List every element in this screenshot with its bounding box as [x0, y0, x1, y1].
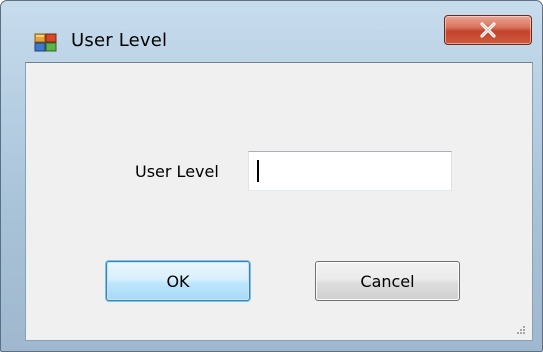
- close-button[interactable]: [444, 15, 532, 45]
- text-caret: [257, 160, 259, 182]
- user-level-input[interactable]: [248, 151, 452, 191]
- title-bar[interactable]: User Level: [1, 1, 542, 63]
- app-form-icon: [34, 32, 58, 52]
- dialog-window: User Level User Level OK Cancel: [0, 0, 543, 352]
- resize-grip-icon[interactable]: [514, 322, 526, 334]
- window-title: User Level: [71, 30, 168, 51]
- ok-button[interactable]: OK: [106, 261, 250, 301]
- cancel-button[interactable]: Cancel: [315, 261, 460, 301]
- close-icon: [479, 22, 497, 38]
- dialog-client-area: User Level OK Cancel: [25, 62, 533, 341]
- user-level-label: User Level: [135, 162, 219, 181]
